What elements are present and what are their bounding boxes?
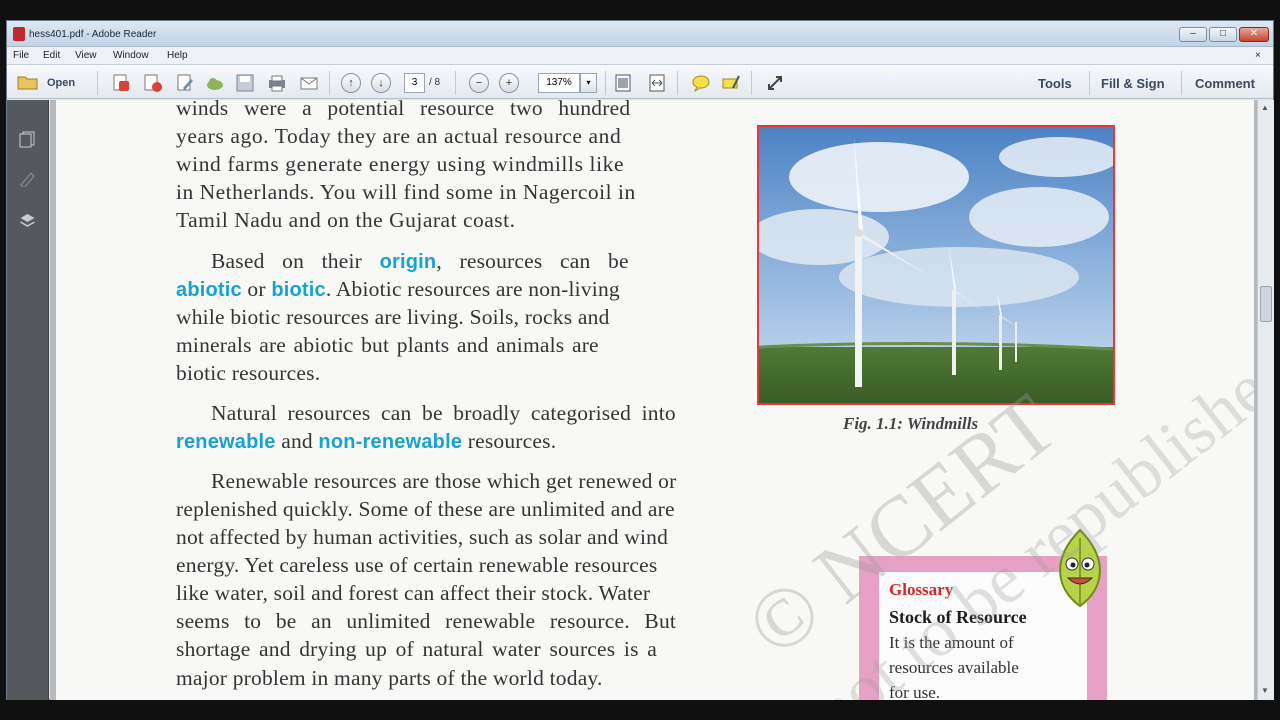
- text-line: Based on their origin, resources can be: [211, 249, 629, 273]
- text-line: while biotic resources are living. Soils…: [176, 305, 610, 329]
- text-line: Natural resources can be broadly categor…: [211, 401, 676, 425]
- open-button[interactable]: Open: [47, 77, 75, 89]
- keyword-abiotic: abiotic: [176, 279, 242, 301]
- text-line: energy. Yet careless use of certain rene…: [176, 553, 658, 577]
- menu-bar: File Edit View Window Help ×: [7, 47, 1273, 65]
- menu-edit[interactable]: Edit: [43, 50, 60, 61]
- pages-panel-icon[interactable]: [19, 131, 36, 148]
- text-line: winds were a potential resource two hund…: [176, 100, 631, 120]
- combine-pdf-icon[interactable]: [143, 73, 163, 93]
- text-line: Renewable resources are those which get …: [211, 469, 677, 493]
- menu-window[interactable]: Window: [113, 50, 149, 61]
- text-line: seems to be an unlimited renewable resou…: [176, 609, 677, 633]
- glossary-line: resources available: [889, 658, 1019, 677]
- menu-file[interactable]: File: [13, 50, 29, 61]
- page-number-input[interactable]: 3: [404, 73, 425, 93]
- text-line: years ago. Today they are an actual reso…: [176, 124, 622, 148]
- adobe-reader-window: hess401.pdf - Adobe Reader – □ ✕ File Ed…: [6, 20, 1274, 700]
- email-icon[interactable]: [299, 73, 319, 93]
- text-line: renewable and non-renewable resources.: [176, 429, 557, 453]
- text-line: like water, soil and forest can affect t…: [176, 581, 651, 605]
- open-folder-icon[interactable]: [17, 74, 39, 91]
- fill-sign-pane-button[interactable]: Fill & Sign: [1101, 76, 1165, 91]
- maximize-button[interactable]: □: [1209, 27, 1237, 42]
- tools-pane-button[interactable]: Tools: [1038, 76, 1072, 91]
- title-bar: hess401.pdf - Adobe Reader – □ ✕: [7, 21, 1273, 47]
- page-total: / 8: [429, 77, 441, 88]
- sticky-note-icon[interactable]: [691, 73, 711, 93]
- expand-icon[interactable]: [765, 73, 785, 93]
- pdf-app-icon: [13, 27, 25, 41]
- minimize-button[interactable]: –: [1179, 27, 1207, 42]
- text-line: in Netherlands. You will find some in Na…: [176, 180, 636, 204]
- glossary-line: It is the amount of: [889, 633, 1014, 652]
- text-line: replenished quickly. Some of these are u…: [176, 497, 675, 521]
- text-line: shortage and drying up of natural water …: [176, 637, 657, 661]
- menu-view[interactable]: View: [75, 50, 97, 61]
- previous-page-button[interactable]: ↑: [341, 73, 361, 93]
- navigation-pane: [7, 100, 49, 700]
- toolbar: Open ↑ ↓ 3 / 8 − + 137% ▾ Tools Fill & S…: [7, 65, 1273, 99]
- close-button[interactable]: ✕: [1239, 27, 1269, 42]
- print-icon[interactable]: [267, 73, 287, 93]
- pdf-page: winds were a potential resource two hund…: [56, 100, 1254, 700]
- keyword-origin: origin: [379, 251, 437, 273]
- vertical-scrollbar[interactable]: ▲ ▼: [1257, 100, 1274, 700]
- zoom-input[interactable]: 137%: [538, 73, 580, 93]
- layers-panel-icon[interactable]: [19, 212, 36, 229]
- text-line: Tamil Nadu and on the Gujarat coast.: [176, 208, 516, 232]
- keyword-biotic: biotic: [271, 279, 326, 301]
- zoom-dropdown-button[interactable]: ▾: [580, 73, 597, 93]
- signatures-panel-icon[interactable]: [19, 170, 36, 189]
- window-title: hess401.pdf - Adobe Reader: [29, 29, 157, 40]
- figure-caption: Fig. 1.1: Windmills: [843, 414, 979, 433]
- screen: hess401.pdf - Adobe Reader – □ ✕ File Ed…: [0, 0, 1280, 720]
- text-line: major problem in many parts of the world…: [176, 666, 603, 690]
- zoom-out-button[interactable]: −: [469, 73, 489, 93]
- comment-pane-button[interactable]: Comment: [1195, 76, 1255, 91]
- windmills-photo: [759, 127, 1113, 403]
- leaf-mascot-icon: [1050, 528, 1110, 608]
- cloud-icon[interactable]: [205, 73, 225, 93]
- windmills-figure: [757, 125, 1115, 405]
- glossary-line: for use.: [889, 683, 940, 700]
- fit-width-icon[interactable]: [647, 73, 667, 93]
- fit-page-icon[interactable]: [613, 73, 633, 93]
- close-document-icon[interactable]: ×: [1255, 50, 1261, 61]
- keyword-renewable: renewable: [176, 431, 276, 453]
- scroll-down-arrow[interactable]: ▼: [1261, 686, 1269, 695]
- scroll-thumb[interactable]: [1260, 286, 1272, 322]
- highlight-icon[interactable]: [721, 73, 741, 93]
- edit-icon[interactable]: [175, 73, 195, 93]
- text-line: not affected by human activities, such a…: [176, 525, 669, 549]
- keyword-non-renewable: non-renewable: [318, 431, 463, 453]
- glossary-title: Glossary: [889, 580, 954, 599]
- menu-help[interactable]: Help: [167, 50, 188, 61]
- text-line: wind farms generate energy using windmil…: [176, 152, 625, 176]
- scroll-up-arrow[interactable]: ▲: [1261, 103, 1269, 112]
- glossary-heading: Stock of Resource: [889, 607, 1027, 627]
- next-page-button[interactable]: ↓: [371, 73, 391, 93]
- zoom-in-button[interactable]: +: [499, 73, 519, 93]
- create-pdf-icon[interactable]: [111, 73, 131, 93]
- text-line: abiotic or biotic. Abiotic resources are…: [176, 277, 620, 301]
- text-line: minerals are abiotic but plants and anim…: [176, 333, 599, 357]
- save-icon[interactable]: [235, 73, 255, 93]
- document-viewer[interactable]: winds were a potential resource two hund…: [50, 100, 1257, 700]
- text-line: biotic resources.: [176, 361, 321, 385]
